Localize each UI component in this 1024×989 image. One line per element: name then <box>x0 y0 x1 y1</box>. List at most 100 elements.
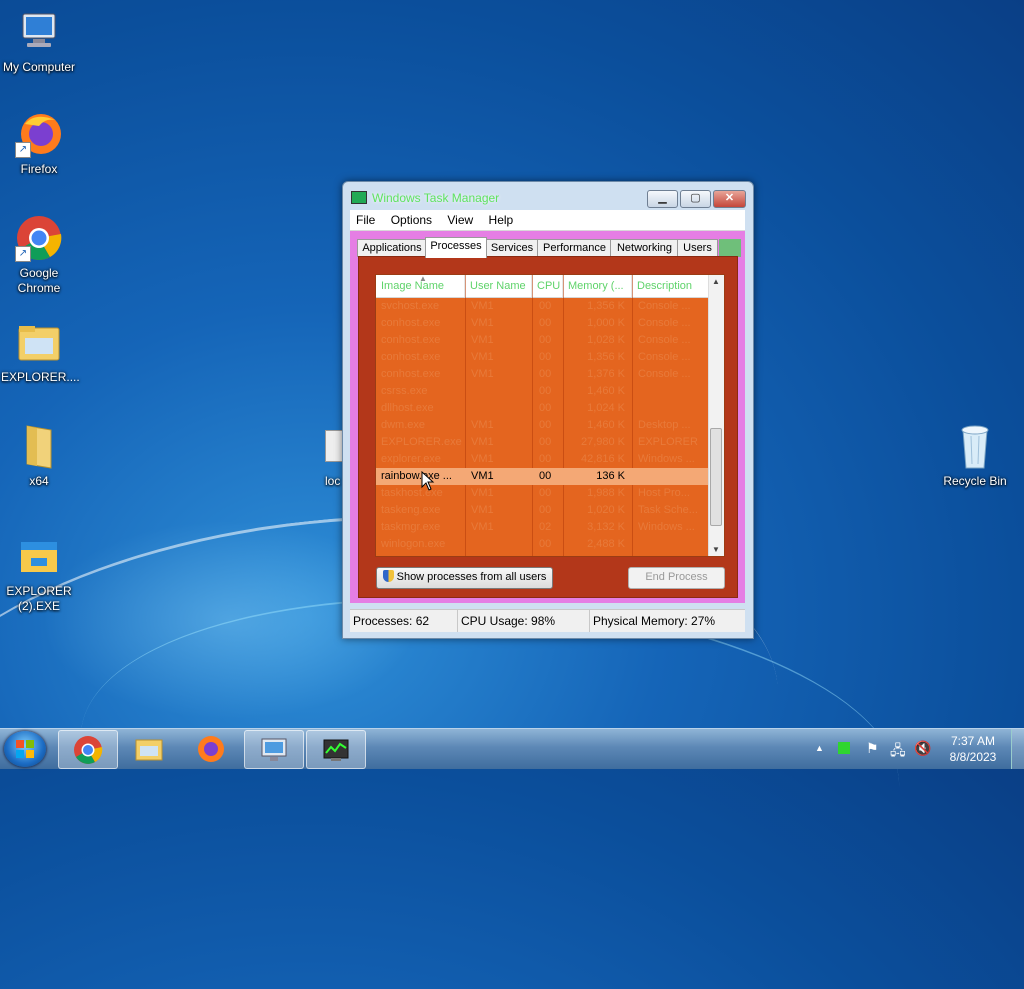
table-row[interactable]: EXPLORER.exe VM1 00 27,980 K EXPLORER <box>376 434 709 451</box>
cell-desc <box>638 536 706 553</box>
taskbar-explorer[interactable] <box>120 730 178 767</box>
cell-cpu: 00 <box>539 538 552 550</box>
cell-mem: 27,980 K <box>580 436 625 448</box>
task-manager-client: Applications Processes Services Performa… <box>350 231 745 603</box>
cell-name: EXPLORER.exe <box>381 436 462 448</box>
cell-user: VM1 <box>471 351 494 363</box>
table-row[interactable]: csrss.exe 00 1,460 K <box>376 383 709 400</box>
tab-processes[interactable]: Processes <box>425 237 487 258</box>
cell-name: winlogon.exe <box>381 538 446 550</box>
desktop-icon-firefox[interactable]: ↗ Firefox <box>1 110 77 177</box>
cell-mem: 3,132 K <box>587 521 625 533</box>
menu-options[interactable]: Options <box>385 210 438 227</box>
taskbar-chrome[interactable] <box>58 730 118 769</box>
scroll-thumb[interactable] <box>710 428 722 526</box>
task-manager-window: Windows Task Manager ▁ ▢ ✕ File Options … <box>342 181 754 639</box>
table-row[interactable]: conhost.exe VM1 00 1,000 K Console ... <box>376 315 709 332</box>
cell-name: dllhost.exe <box>381 402 434 414</box>
tab-networking[interactable]: Networking <box>610 239 679 257</box>
menu-help[interactable]: Help <box>483 210 520 227</box>
taskbar-control-panel[interactable] <box>244 730 304 769</box>
cell-name: conhost.exe <box>381 368 441 380</box>
cell-user <box>471 400 529 417</box>
table-row[interactable]: conhost.exe VM1 00 1,376 K Console ... <box>376 366 709 383</box>
taskbar-task-manager[interactable] <box>306 730 366 769</box>
taskbar-firefox[interactable] <box>182 730 240 767</box>
cell-cpu: 02 <box>539 521 552 533</box>
cell-mem: 1,028 K <box>587 334 625 346</box>
start-button[interactable] <box>4 731 46 767</box>
table-row[interactable]: dllhost.exe 00 1,024 K <box>376 400 709 417</box>
column-cpu[interactable]: CPU <box>532 275 563 297</box>
column-memory[interactable]: Memory (... <box>563 275 632 297</box>
tab-applications[interactable]: Applications <box>357 239 427 257</box>
cell-mem: 136 K <box>596 470 625 482</box>
cell-desc: Console ... <box>638 351 691 363</box>
sort-arrow-icon: ▲ <box>419 275 427 283</box>
cell-desc <box>638 400 706 417</box>
desktop-icon-explorer-exe[interactable]: EXPLORER.... <box>1 318 80 385</box>
cell-desc: Console ... <box>638 317 691 329</box>
shortcut-arrow-icon: ↗ <box>15 142 31 158</box>
cell-mem: 1,024 K <box>587 402 625 414</box>
desktop-icon-label: Recycle Bin <box>943 474 1007 488</box>
cell-desc: Windows ... <box>638 453 695 465</box>
cell-cpu: 00 <box>539 419 552 431</box>
vertical-scrollbar[interactable]: ▲ ▼ <box>708 275 724 556</box>
minimize-button[interactable]: ▁ <box>647 190 678 208</box>
cell-mem: 42,816 K <box>580 453 625 465</box>
folder-icon <box>15 422 63 470</box>
show-all-users-button[interactable]: Show processes from all users <box>376 567 553 589</box>
cell-mem: 1,460 K <box>587 385 625 397</box>
close-button[interactable]: ✕ <box>713 190 746 208</box>
tab-users[interactable]: Users <box>677 239 718 257</box>
menu-file[interactable]: File <box>350 210 381 227</box>
scroll-up-icon[interactable]: ▲ <box>712 277 720 286</box>
desktop-icon-recycle-bin[interactable]: Recycle Bin <box>937 422 1013 489</box>
table-row[interactable]: explorer.exe VM1 00 42,816 K Windows ... <box>376 451 709 468</box>
table-row[interactable]: svchost.exe VM1 00 1,356 K Console ... <box>376 298 709 315</box>
column-description[interactable]: Description <box>632 275 709 297</box>
table-row[interactable]: conhost.exe VM1 00 1,028 K Console ... <box>376 332 709 349</box>
chrome-icon: ↗ <box>15 214 63 262</box>
table-row[interactable]: winlogon.exe 00 2,488 K <box>376 536 709 553</box>
show-desktop-button[interactable] <box>1011 729 1024 769</box>
cell-user: VM1 <box>471 470 494 482</box>
scroll-down-icon[interactable]: ▼ <box>712 545 720 554</box>
table-row[interactable]: dwm.exe VM1 00 1,460 K Desktop ... <box>376 417 709 434</box>
desktop-icon-label: Google Chrome <box>17 266 61 295</box>
table-row[interactable]: taskmgr.exe VM1 02 3,132 K Windows ... <box>376 519 709 536</box>
desktop-icon-explorer-2-exe[interactable]: EXPLORER (2).EXE <box>1 532 77 614</box>
clock[interactable]: 7:37 AM 8/8/2023 <box>940 733 1006 765</box>
cell-cpu: 00 <box>539 300 552 312</box>
tab-services[interactable]: Services <box>485 239 539 257</box>
shortcut-arrow-icon: ↗ <box>15 246 31 262</box>
cell-name: explorer.exe <box>381 453 441 465</box>
desktop-icon-label: My Computer <box>2 60 76 74</box>
cell-name: conhost.exe <box>381 317 441 329</box>
table-row[interactable]: conhost.exe VM1 00 1,356 K Console ... <box>376 349 709 366</box>
tab-performance[interactable]: Performance <box>537 239 612 257</box>
menu-view[interactable]: View <box>441 210 479 227</box>
desktop-icon-my-computer[interactable]: My Computer <box>1 8 77 75</box>
cell-cpu: 00 <box>539 334 552 346</box>
column-user-name[interactable]: User Name <box>465 275 532 297</box>
cell-user <box>471 536 529 553</box>
desktop-icon-chrome[interactable]: ↗ Google Chrome <box>1 214 77 296</box>
cell-cpu: 00 <box>539 504 552 516</box>
desktop-icon-x64[interactable]: x64 <box>1 422 77 489</box>
desktop-icon-label: EXPLORER (2).EXE <box>6 584 72 613</box>
table-row[interactable]: taskeng.exe VM1 00 1,020 K Task Sche... <box>376 502 709 519</box>
cell-cpu: 00 <box>539 487 552 499</box>
tabstrip-fill <box>719 239 741 257</box>
column-image-name[interactable]: ▲ Image Name <box>376 275 465 297</box>
end-process-button[interactable]: End Process <box>628 567 725 589</box>
explorer-folder-icon <box>15 318 63 366</box>
document-icon <box>325 430 343 462</box>
cell-desc: Console ... <box>638 300 691 312</box>
cell-name: conhost.exe <box>381 334 441 346</box>
cell-cpu: 00 <box>539 436 552 448</box>
cell-user: VM1 <box>471 300 494 312</box>
cell-name: taskeng.exe <box>381 504 441 516</box>
maximize-button[interactable]: ▢ <box>680 190 711 208</box>
